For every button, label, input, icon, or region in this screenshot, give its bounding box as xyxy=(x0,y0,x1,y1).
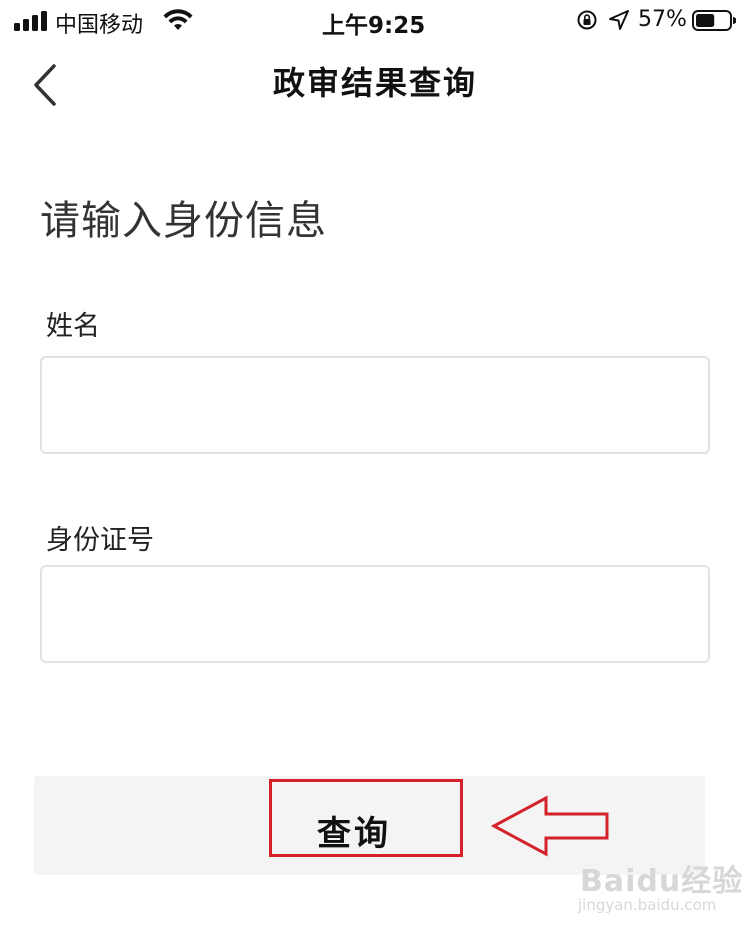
watermark: Baidu经验 jingyan.baidu.com xyxy=(576,852,744,916)
form-heading: 请输入身份信息 xyxy=(40,198,327,244)
name-label: 姓名 xyxy=(46,311,100,342)
signal-icon xyxy=(14,11,48,31)
orientation-lock-icon xyxy=(577,10,597,30)
wifi-icon xyxy=(163,9,193,30)
left-arrow-icon xyxy=(490,795,609,857)
battery-icon xyxy=(692,10,736,31)
status-time: 上午9:25 xyxy=(322,13,426,39)
battery-percent: 57% xyxy=(638,7,687,32)
watermark-url: jingyan.baidu.com xyxy=(578,896,717,914)
name-input[interactable] xyxy=(40,356,710,454)
watermark-text: Baidu经验 xyxy=(580,864,744,899)
carrier-name: 中国移动 xyxy=(55,13,144,38)
id-number-label: 身份证号 xyxy=(46,525,154,556)
highlight-box xyxy=(269,779,463,857)
id-number-input[interactable] xyxy=(40,565,710,663)
location-icon xyxy=(609,10,629,30)
page-title: 政审结果查询 xyxy=(272,64,477,102)
status-bar: 中国移动 上午9:25 57% xyxy=(0,0,750,42)
